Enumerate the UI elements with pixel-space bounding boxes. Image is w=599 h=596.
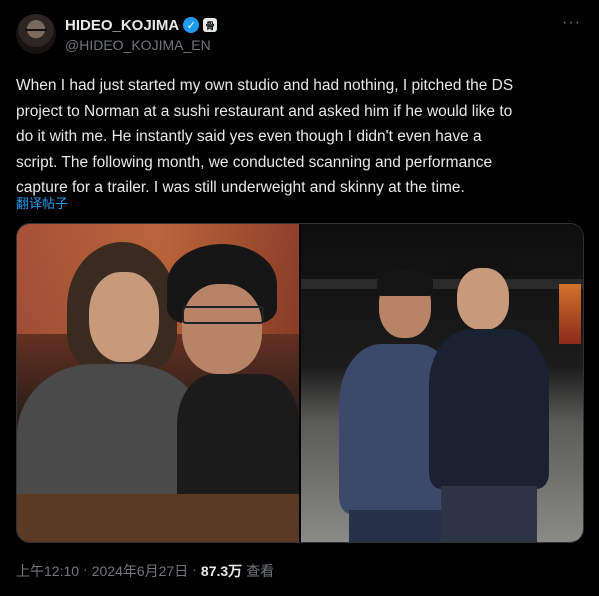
- photo1-right-person-glasses: [182, 306, 264, 324]
- photo1-right-person-face: [182, 284, 262, 374]
- photo2-left-person-hair: [377, 270, 433, 296]
- tweet-time[interactable]: 上午12:10: [16, 561, 79, 581]
- media-photo-1[interactable]: [17, 224, 299, 542]
- tweet-text: When I had just started my own studio an…: [16, 77, 514, 196]
- media-photo-2[interactable]: [301, 224, 583, 542]
- views-label: 查看: [246, 563, 275, 579]
- affiliate-badge-icon[interactable]: 骨: [203, 18, 218, 32]
- photo2-right-person-shirt: [429, 329, 549, 489]
- photo2-stage-truss: [301, 279, 583, 289]
- author-display-name[interactable]: HIDEO_KOJIMA: [65, 17, 179, 34]
- meta-separator: ·: [83, 561, 88, 577]
- avatar[interactable]: [16, 14, 56, 54]
- media-grid: [16, 223, 584, 543]
- more-options-icon[interactable]: ···: [562, 14, 581, 32]
- tweet-date[interactable]: 2024年6月27日: [92, 561, 189, 581]
- views-count: 87.3万: [200, 563, 243, 579]
- author-handle[interactable]: @HIDEO_KOJIMA_EN: [65, 37, 211, 53]
- tweet-meta: 上午12:10 · 2024年6月27日 · 87.3万 查看: [16, 561, 274, 581]
- avatar-glasses-detail: [25, 29, 47, 36]
- translate-post-link[interactable]: 翻译帖子: [16, 193, 68, 212]
- photo1-table: [17, 494, 299, 542]
- verified-badge-icon[interactable]: ✓: [183, 17, 200, 33]
- photo2-right-person-head: [457, 268, 509, 330]
- photo2-left-person-jeans: [349, 510, 445, 542]
- photo2-right-person-jeans: [441, 486, 537, 542]
- meta-separator: ·: [192, 561, 197, 577]
- photo2-sign: [559, 284, 581, 344]
- author-name-row: HIDEO_KOJIMA ✓ 骨: [65, 16, 218, 34]
- photo1-left-person-face: [89, 272, 159, 362]
